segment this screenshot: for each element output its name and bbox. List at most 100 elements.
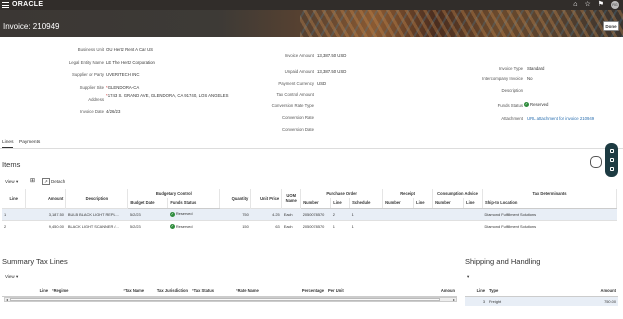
funds-status-value: ✓ Reserved	[524, 102, 549, 108]
panel-toggle-icon[interactable]	[590, 156, 602, 168]
col-line[interactable]: Line	[2, 189, 27, 208]
supplier-value: UVERITECH INC	[106, 72, 140, 77]
check-icon: ✓	[524, 102, 529, 108]
cell: ✓ Reserved	[167, 219, 220, 232]
supplier-site-value: *GLENDORA-CA	[106, 85, 140, 90]
col-tax-jurisdiction[interactable]: Tax Jurisdiction	[146, 286, 190, 297]
group-purchase-order: Purchase Order	[300, 189, 384, 198]
col-description[interactable]: Description	[65, 189, 129, 208]
conversion-rate-type-label: Conversion Rate Type	[271, 103, 314, 108]
col-receipt-line[interactable]: Line	[413, 198, 434, 209]
col-tax-amount[interactable]: Amoun	[386, 286, 457, 297]
scroll-right-icon[interactable]: ▸	[453, 297, 455, 302]
col-receipt-number[interactable]: Number	[382, 198, 415, 209]
shipping-title: Shipping and Handling	[465, 257, 541, 266]
done-button[interactable]: Done	[603, 21, 619, 31]
col-unit-price[interactable]: Unit Price	[250, 189, 283, 208]
group-budgetary-control: Budgetary Control	[127, 189, 221, 198]
detach-button[interactable]: ↗ Detach	[42, 178, 65, 185]
side-panel-toolbar[interactable]	[605, 143, 618, 177]
address-label: Address	[88, 97, 104, 102]
scrollbar-thumb[interactable]	[10, 298, 440, 301]
col-ship-to-location[interactable]: Ship-to Location	[482, 198, 617, 209]
tax-horizontal-scrollbar[interactable]: ◂ ▸	[4, 297, 457, 302]
col-tax-name[interactable]: *Tax Name	[98, 286, 146, 297]
check-icon: ✓	[169, 223, 175, 229]
tax-view-menu[interactable]: View ▾	[5, 274, 18, 280]
page-banner	[0, 10, 623, 37]
cell: 2050078570	[300, 219, 331, 232]
panel-tool-icon[interactable]	[609, 148, 614, 153]
invoice-amount-value: 13,387.50 USD	[317, 53, 347, 58]
shipping-view-menu[interactable]: ▾	[467, 274, 469, 280]
col-percentage[interactable]: Percentage	[282, 286, 326, 297]
legal-entity-label: Legal Entity Name	[68, 60, 104, 65]
col-per-unit[interactable]: Per Unit	[326, 286, 386, 297]
cell: 9,450.00	[25, 219, 66, 232]
col-ship-type[interactable]: Type	[487, 286, 547, 297]
cell: BULB BLACK LIGHT REPL...	[65, 207, 128, 220]
cell	[382, 219, 414, 232]
cell	[382, 207, 414, 220]
cell: 150	[219, 219, 251, 232]
tab-lines[interactable]: Lines	[2, 140, 14, 148]
home-icon[interactable]: ⌂	[573, 1, 577, 9]
col-ship-line[interactable]: Line	[465, 286, 487, 297]
cell: 5/2/23	[127, 207, 168, 220]
scroll-left-icon[interactable]: ◂	[6, 297, 8, 302]
group-tax-determinants: Tax Determinants	[482, 189, 617, 198]
col-funds-status[interactable]: Funds Status	[167, 198, 221, 209]
intercompany-label: Intercompany Invoice	[482, 76, 523, 81]
hamburger-menu-icon[interactable]	[2, 2, 9, 8]
invoice-amount-label: Invoice Amount	[284, 53, 314, 58]
view-menu[interactable]: View ▾	[5, 179, 18, 185]
col-po-schedule[interactable]: Schedule	[349, 198, 384, 209]
favorites-star-icon[interactable]: ☆	[584, 1, 590, 9]
panel-tool-icon[interactable]	[609, 157, 614, 162]
col-tax-line[interactable]: Line	[2, 286, 50, 297]
payment-currency-value: USD	[317, 81, 327, 86]
col-quantity[interactable]: Quantity	[219, 189, 252, 208]
cell: Freight	[487, 296, 547, 306]
col-uom-name[interactable]: UOM Name	[281, 189, 302, 208]
oracle-logo[interactable]: ORACLE	[12, 1, 43, 8]
col-amount[interactable]: Amount	[25, 189, 67, 208]
col-po-number[interactable]: Number	[300, 198, 332, 209]
table-row[interactable]: 1 3,187.50 BULB BLACK LIGHT REPL... 5/2/…	[2, 207, 617, 220]
global-header: ORACLE ⌂ ☆ ⚑ RG	[0, 0, 623, 10]
col-po-line[interactable]: Line	[330, 198, 351, 209]
table-row[interactable]: 3 Freight 750.00	[465, 296, 618, 306]
cell: 3,187.50	[25, 207, 66, 220]
user-avatar[interactable]: RG	[611, 1, 619, 9]
col-consumption-line[interactable]: Line	[463, 198, 484, 209]
items-title: Items	[2, 160, 21, 169]
page-title: Invoice: 210949	[3, 22, 60, 31]
col-tax-status[interactable]: *Tax Status	[190, 286, 234, 297]
tax-lines-title: Summary Tax Lines	[2, 257, 68, 266]
notifications-bell-icon[interactable]: ⚑	[598, 1, 604, 9]
invoice-date-label: Invoice Date	[80, 109, 104, 114]
col-rate-name[interactable]: *Rate Name	[234, 286, 282, 297]
cell: 1	[330, 219, 350, 232]
cell: 5/2/23	[127, 219, 168, 232]
attachment-label: Attachment	[501, 116, 523, 121]
cell: Each	[281, 207, 301, 220]
tab-payments[interactable]: Payments	[19, 140, 40, 145]
cell: ✓ Reserved	[167, 207, 220, 220]
cell: 1	[2, 207, 26, 220]
col-regime[interactable]: *Regime	[50, 286, 98, 297]
cell: 750.00	[547, 296, 618, 306]
cell: 750	[219, 207, 251, 220]
col-budget-date[interactable]: Budget Date	[127, 198, 169, 209]
table-row[interactable]: 2 9,450.00 BLACK LIGHT SCANNER /... 5/2/…	[2, 219, 617, 232]
cell	[463, 219, 483, 232]
address-value: *1743 S. GRAND AVE, GLENDORA, CA 91740, …	[106, 93, 229, 98]
col-ship-amount[interactable]: Amount	[547, 286, 618, 297]
invoice-type-label: Invoice Type	[498, 66, 523, 71]
check-icon: ✓	[169, 211, 175, 217]
col-consumption-number[interactable]: Number	[432, 198, 465, 209]
description-label: Description	[501, 88, 524, 93]
attachment-link[interactable]: URL attachment for invoice 210949	[527, 116, 594, 121]
panel-tool-icon[interactable]	[609, 167, 614, 172]
freeze-icon[interactable]: ⊞	[30, 177, 35, 184]
